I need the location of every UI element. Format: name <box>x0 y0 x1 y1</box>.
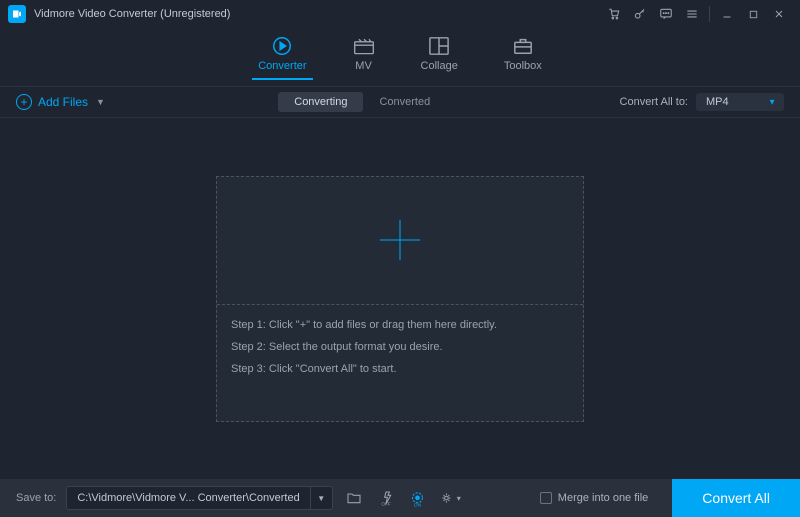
settings-button[interactable]: ▾ <box>439 487 461 509</box>
add-files-button[interactable]: + Add Files ▼ <box>16 94 105 110</box>
drop-zone: Step 1: Click "+" to add files or drag t… <box>216 176 584 422</box>
tab-collage[interactable]: Collage <box>421 36 458 78</box>
high-speed-button[interactable]: ON <box>407 487 429 509</box>
mv-icon <box>353 36 375 56</box>
key-icon[interactable] <box>627 3 653 25</box>
app-logo <box>8 5 26 23</box>
toolbox-icon <box>512 36 534 56</box>
close-button[interactable] <box>766 3 792 25</box>
plus-icon <box>380 220 420 260</box>
add-files-label: Add Files <box>38 95 88 109</box>
converter-icon <box>271 36 293 56</box>
plus-circle-icon: + <box>16 94 32 110</box>
chevron-down-icon: ▼ <box>768 98 776 107</box>
tab-converting[interactable]: Converting <box>278 92 363 112</box>
collage-icon <box>428 36 450 56</box>
add-files-dropzone[interactable] <box>217 177 583 305</box>
format-selected-value: MP4 <box>706 96 729 108</box>
menu-icon[interactable] <box>679 3 705 25</box>
tab-label: Converter <box>258 60 306 72</box>
instruction-step: Step 1: Click "+" to add files or drag t… <box>231 319 569 331</box>
tab-label: MV <box>355 60 372 72</box>
instruction-step: Step 2: Select the output format you des… <box>231 341 569 353</box>
tab-label: Toolbox <box>504 60 542 72</box>
footer-bar: Save to: C:\Vidmore\Vidmore V... Convert… <box>0 479 800 517</box>
app-title: Vidmore Video Converter (Unregistered) <box>34 8 230 20</box>
instruction-step: Step 3: Click "Convert All" to start. <box>231 363 569 375</box>
tab-converted[interactable]: Converted <box>363 92 446 112</box>
merge-label: Merge into one file <box>558 492 649 504</box>
svg-text:OFF: OFF <box>381 501 390 506</box>
tab-converter[interactable]: Converter <box>258 36 306 78</box>
convert-all-button[interactable]: Convert All <box>672 479 800 517</box>
convert-all-to-label: Convert All to: <box>620 96 688 108</box>
save-to-label: Save to: <box>16 492 56 504</box>
tab-toolbox[interactable]: Toolbox <box>504 36 542 78</box>
titlebar-divider <box>709 6 710 22</box>
svg-text:ON: ON <box>414 502 422 507</box>
merge-checkbox[interactable]: Merge into one file <box>540 492 649 504</box>
tab-label: Collage <box>421 60 458 72</box>
save-path-dropdown[interactable]: ▼ <box>310 487 332 509</box>
toolbar: + Add Files ▼ Converting Converted Conve… <box>0 86 800 118</box>
tab-mv[interactable]: MV <box>353 36 375 78</box>
instructions: Step 1: Click "+" to add files or drag t… <box>217 305 583 421</box>
feedback-icon[interactable] <box>653 3 679 25</box>
maximize-button[interactable] <box>740 3 766 25</box>
checkbox-box <box>540 492 552 504</box>
main-tabs: Converter MV Collage Toolbox <box>0 28 800 86</box>
save-path-box: C:\Vidmore\Vidmore V... Converter\Conver… <box>66 486 332 510</box>
minimize-button[interactable] <box>714 3 740 25</box>
cart-icon[interactable] <box>601 3 627 25</box>
chevron-down-icon: ▼ <box>96 97 105 107</box>
save-path-input[interactable]: C:\Vidmore\Vidmore V... Converter\Conver… <box>67 492 309 504</box>
title-bar: Vidmore Video Converter (Unregistered) <box>0 0 800 28</box>
open-folder-button[interactable] <box>343 487 365 509</box>
hardware-accel-button[interactable]: OFF <box>375 487 397 509</box>
output-format-select[interactable]: MP4 ▼ <box>696 93 784 111</box>
main-area: Step 1: Click "+" to add files or drag t… <box>0 118 800 479</box>
